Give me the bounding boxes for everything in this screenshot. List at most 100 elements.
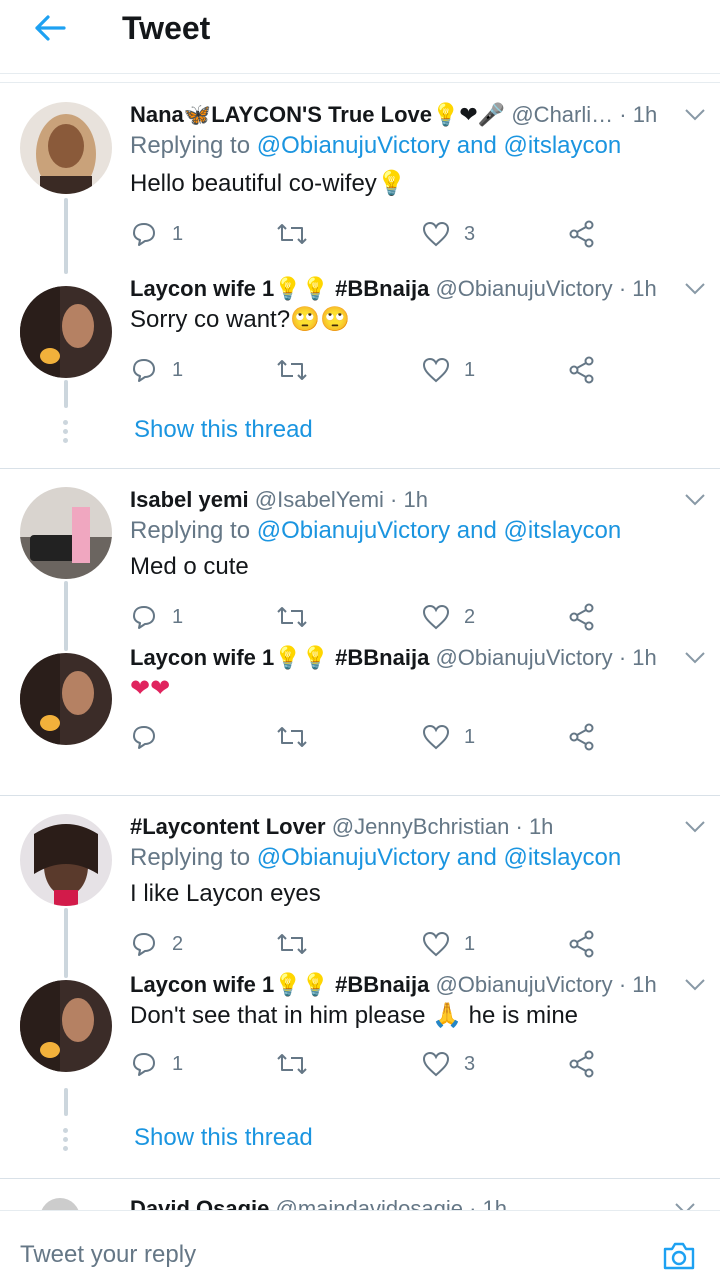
share-button[interactable] xyxy=(568,356,714,384)
username[interactable]: @IsabelYemi xyxy=(255,487,384,512)
avatar[interactable] xyxy=(20,653,112,745)
conversation-group: #Laycontent Lover @JennyBchristian · 1h … xyxy=(0,796,720,1178)
avatar[interactable] xyxy=(20,487,112,579)
chevron-down-icon[interactable] xyxy=(684,978,706,992)
reply-button[interactable]: 1 xyxy=(130,220,276,248)
reply-button[interactable]: 1 xyxy=(130,356,276,384)
like-button[interactable]: 1 xyxy=(422,357,568,383)
reply-icon xyxy=(133,606,155,629)
reply-input[interactable]: Tweet your reply xyxy=(20,1241,196,1269)
avatar[interactable] xyxy=(20,286,112,378)
reply-icon xyxy=(133,726,155,749)
like-count: 3 xyxy=(464,222,476,245)
tweet[interactable]: Laycon wife 1💡💡 #BBnaija @ObianujuVictor… xyxy=(0,972,720,1120)
reply-composer: Tweet your reply xyxy=(0,1210,720,1283)
username[interactable]: @Charli… xyxy=(511,102,613,127)
reply-icon xyxy=(133,933,155,956)
reply-count: 1 xyxy=(172,358,184,381)
chevron-down-icon[interactable] xyxy=(684,820,706,834)
tweet-actions: 1 xyxy=(130,717,714,757)
username[interactable]: @maindavidosagie xyxy=(276,1196,463,1210)
tweet-actions: 1 3 xyxy=(130,1044,714,1084)
tweet[interactable]: #Laycontent Lover @JennyBchristian · 1h … xyxy=(0,796,720,980)
retweet-button[interactable] xyxy=(276,1052,422,1076)
top-app-bar: Tweet xyxy=(0,0,720,74)
like-button[interactable]: 3 xyxy=(422,1051,568,1077)
share-button[interactable] xyxy=(568,930,714,958)
share-icon xyxy=(569,1050,594,1078)
retweet-button[interactable] xyxy=(276,725,422,749)
heart-icon xyxy=(422,1051,450,1077)
share-button[interactable] xyxy=(568,723,714,751)
avatar[interactable] xyxy=(40,1198,80,1210)
share-button[interactable] xyxy=(568,220,714,248)
thread-dots xyxy=(62,1128,70,1155)
show-thread-link[interactable]: Show this thread xyxy=(134,1124,313,1152)
chevron-down-icon[interactable] xyxy=(684,493,706,507)
retweet-button[interactable] xyxy=(276,358,422,382)
display-name[interactable]: Laycon wife 1💡💡 #BBnaija xyxy=(130,645,429,670)
like-button[interactable]: 1 xyxy=(422,931,568,957)
tweet-text: Sorry co want?🙄🙄 xyxy=(130,306,350,333)
camera-button[interactable] xyxy=(656,1233,702,1279)
timestamp: · 1h xyxy=(618,972,657,997)
chevron-down-icon[interactable] xyxy=(684,651,706,665)
retweet-button[interactable] xyxy=(276,222,422,246)
tweet[interactable]: Nana🦋LAYCON'S True Love💡❤🎤 @Charli… · 1h… xyxy=(0,84,720,274)
reply-count: 1 xyxy=(172,605,184,628)
display-name[interactable]: #Laycontent Lover xyxy=(130,814,326,839)
like-button[interactable]: 1 xyxy=(422,724,568,750)
page-title: Tweet xyxy=(122,10,211,46)
partial-tweet[interactable]: David Osagie @maindavidosagie · 1h xyxy=(0,1178,720,1210)
like-button[interactable]: 2 xyxy=(422,604,568,630)
display-name[interactable]: Nana🦋LAYCON'S True Love💡❤🎤 xyxy=(130,102,505,127)
timestamp: · 1h xyxy=(618,645,657,670)
timestamp: · 1h xyxy=(619,102,658,127)
like-button[interactable]: 3 xyxy=(422,221,568,247)
share-button[interactable] xyxy=(568,603,714,631)
share-icon xyxy=(569,356,594,384)
display-name[interactable]: Isabel yemi xyxy=(130,487,249,512)
reply-count: 2 xyxy=(172,932,184,955)
like-count: 1 xyxy=(464,725,476,748)
back-button[interactable] xyxy=(30,10,70,46)
reply-button[interactable]: 1 xyxy=(130,1050,276,1078)
tweet-header: David Osagie @maindavidosagie · 1h xyxy=(130,1194,507,1210)
reply-count: 1 xyxy=(172,222,184,245)
show-thread-link[interactable]: Show this thread xyxy=(134,416,313,444)
reply-button[interactable] xyxy=(130,723,276,751)
conversation-group: Isabel yemi @IsabelYemi · 1h Replying to… xyxy=(0,469,720,795)
tweet[interactable]: Isabel yemi @IsabelYemi · 1h Replying to… xyxy=(0,469,720,653)
share-button[interactable] xyxy=(568,1050,714,1078)
chevron-down-icon[interactable] xyxy=(684,108,706,122)
replying-to: Replying to @ObianujuVictory and @itslay… xyxy=(130,132,622,159)
display-name[interactable]: Laycon wife 1💡💡 #BBnaija xyxy=(130,972,429,997)
replying-to-link[interactable]: @ObianujuVictory and @itslaycon xyxy=(257,132,621,159)
username[interactable]: @ObianujuVictory xyxy=(435,972,612,997)
chevron-down-icon[interactable] xyxy=(684,282,706,296)
tweet[interactable]: Laycon wife 1💡💡 #BBnaija @ObianujuVictor… xyxy=(0,274,720,414)
username[interactable]: @ObianujuVictory xyxy=(435,276,612,301)
avatar[interactable] xyxy=(20,102,112,194)
retweet-button[interactable] xyxy=(276,605,422,629)
tweet-text: Med o cute xyxy=(130,553,249,580)
like-count: 1 xyxy=(464,358,476,381)
replying-to-link[interactable]: @ObianujuVictory and @itslaycon xyxy=(257,517,621,544)
display-name[interactable]: Laycon wife 1💡💡 #BBnaija xyxy=(130,276,429,301)
retweet-button[interactable] xyxy=(276,932,422,956)
chevron-down-icon[interactable] xyxy=(674,1202,696,1210)
username[interactable]: @JennyBchristian xyxy=(332,814,510,839)
replying-to-link[interactable]: @ObianujuVictory and @itslaycon xyxy=(257,844,621,871)
tweet[interactable]: Laycon wife 1💡💡 #BBnaija @ObianujuVictor… xyxy=(0,645,720,795)
thread-dots xyxy=(62,420,70,447)
username[interactable]: @ObianujuVictory xyxy=(435,645,612,670)
share-icon xyxy=(569,930,594,958)
avatar[interactable] xyxy=(20,814,112,906)
tweet-actions: 1 2 xyxy=(130,597,714,637)
reply-button[interactable]: 1 xyxy=(130,603,276,631)
reply-button[interactable]: 2 xyxy=(130,930,276,958)
header-divider xyxy=(0,82,720,83)
avatar[interactable] xyxy=(20,980,112,1072)
tweet-text: Don't see that in him please 🙏 he is min… xyxy=(130,1002,579,1029)
display-name[interactable]: David Osagie xyxy=(130,1196,269,1210)
